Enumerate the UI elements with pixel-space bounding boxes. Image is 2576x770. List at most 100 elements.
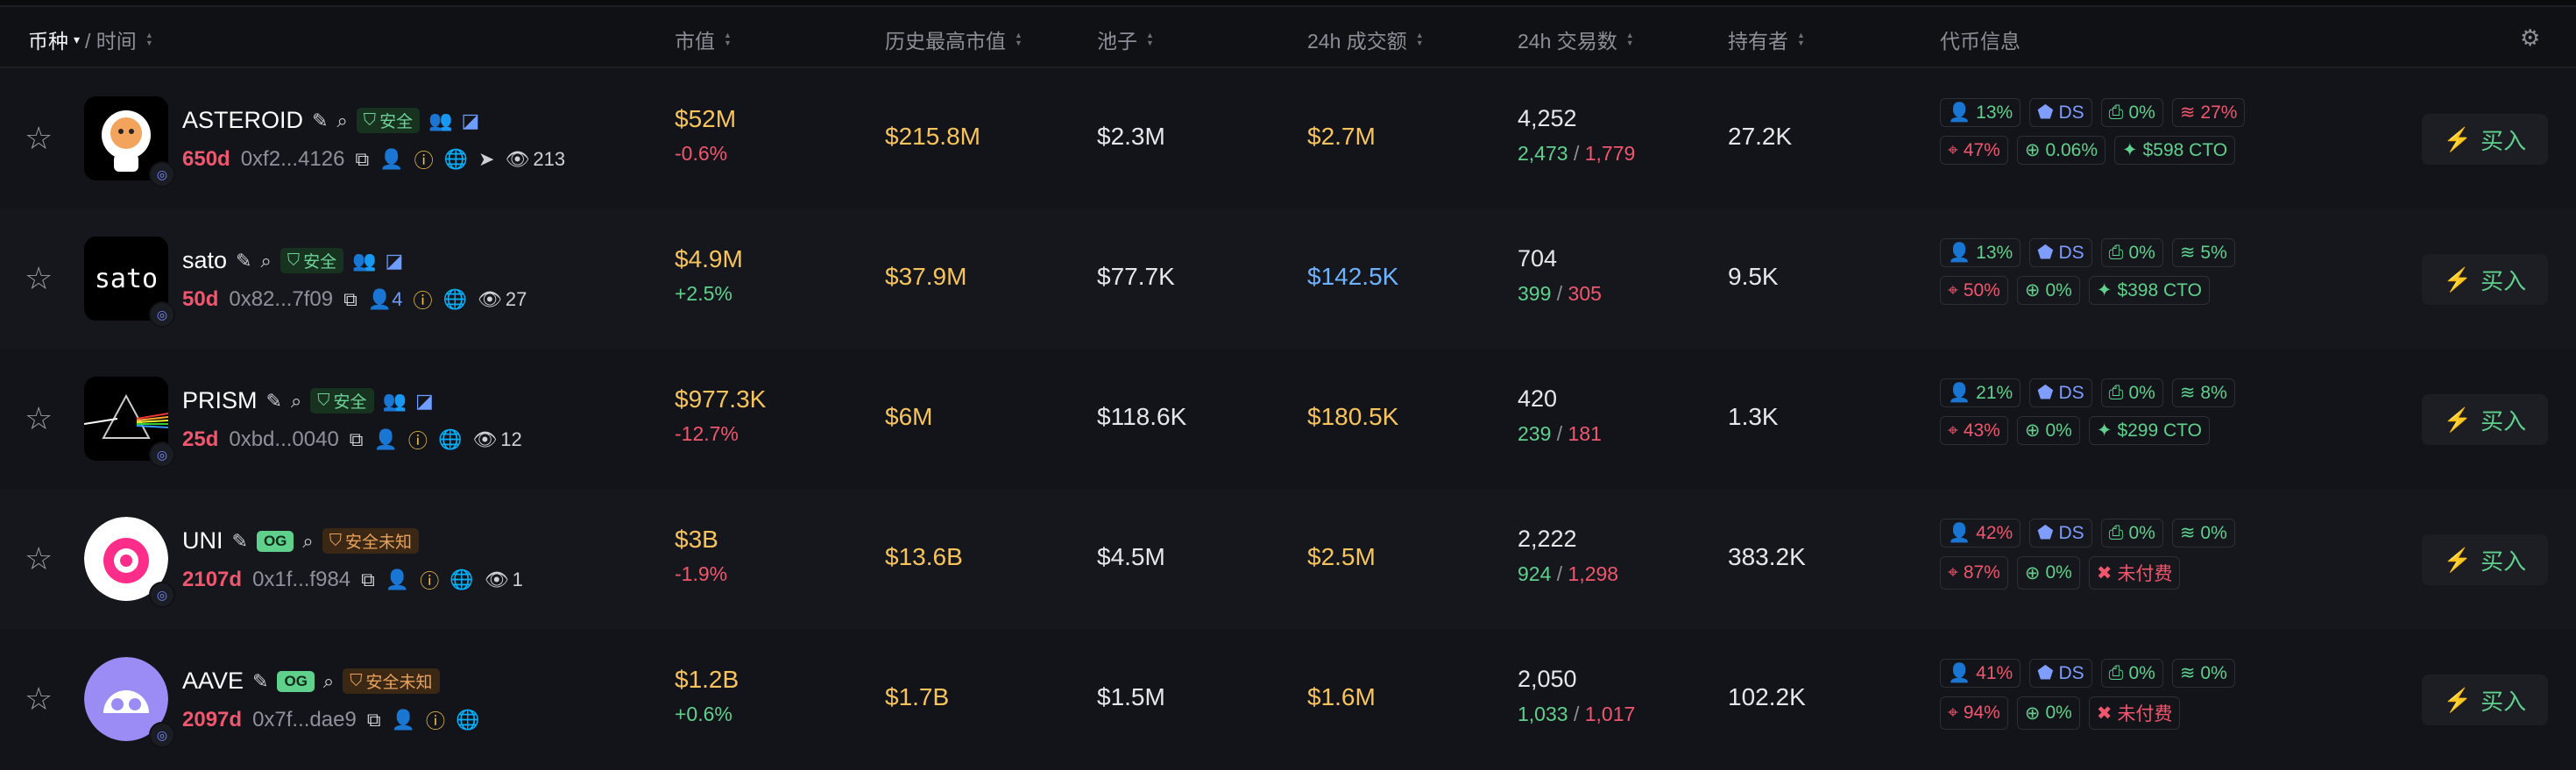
info-chip[interactable]: ⌖ 87% [1940,556,2008,590]
star-icon[interactable]: ☆ [25,401,60,436]
user-icon[interactable]: 👤 [392,709,415,731]
info-chip[interactable]: ⊕ 0% [2016,276,2080,305]
globe-icon[interactable]: 🌐 [456,709,479,731]
token-name[interactable]: AAVE [182,668,244,695]
info-chip[interactable]: ⌖ 43% [1940,416,2008,445]
edit-icon[interactable]: ✎ [232,530,248,553]
copy-icon[interactable]: ⧉ [355,148,369,171]
gear-icon[interactable]: ⚙ [2520,25,2540,52]
buy-button[interactable]: ⚡ 买入 [2422,394,2548,445]
globe-icon[interactable]: 🌐 [449,569,473,591]
info-chip[interactable]: ≋ 8% [2171,378,2235,407]
info-chip[interactable]: ⊕ 0% [2016,556,2080,590]
buy-button[interactable]: ⚡ 买入 [2422,534,2548,585]
info-chip[interactable]: ⌖ 47% [1940,136,2008,165]
globe-icon[interactable]: 🌐 [438,428,462,451]
star-icon[interactable]: ☆ [25,121,60,156]
star-icon[interactable]: ☆ [25,682,60,717]
globe-icon[interactable]: 🌐 [444,148,468,171]
info-chip[interactable]: 👤 13% [1940,238,2021,267]
info-chip[interactable]: ≋ 0% [2171,659,2235,688]
safety-badge[interactable]: ⛉ 安全未知 [322,528,419,554]
edit-icon[interactable]: ✎ [252,670,268,693]
header-coin[interactable]: 币种 ▾ / 时间 ▲ ▼ [28,25,153,54]
header-pool[interactable]: 池子 ▲ ▼ [1097,25,1154,54]
edit-icon[interactable]: ✎ [236,250,251,272]
header-holders[interactable]: 持有者 ▲ ▼ [1728,25,1805,54]
star-icon[interactable]: ☆ [25,541,60,576]
warning-icon[interactable]: ⓘ [420,566,439,594]
info-chip[interactable]: ⬟ DS [2029,238,2092,267]
info-chip[interactable]: ≋ 0% [2171,519,2235,547]
search-icon[interactable]: ⌕ [336,109,347,132]
token-name[interactable]: UNI [182,527,223,555]
warning-icon[interactable]: ⓘ [408,426,428,454]
warning-icon[interactable]: ⓘ [426,706,445,734]
search-icon[interactable]: ⌕ [302,530,313,553]
user-icon[interactable]: 👤 [386,569,409,591]
info-chip[interactable]: ⊕ 0% [2016,696,2080,730]
user-icon[interactable]: 👤4 [368,288,403,311]
copy-icon[interactable]: ⧉ [367,709,381,731]
info-chip[interactable]: ⌖ 94% [1940,696,2008,730]
safety-badge[interactable]: ⛉ 安全 [356,108,421,133]
user-icon[interactable]: 👤 [374,428,398,451]
info-chip[interactable]: ✦ $598 CTO [2114,136,2236,165]
safety-badge[interactable]: ⛉ 安全 [280,248,344,273]
search-icon[interactable]: ⌕ [323,670,334,693]
info-chip[interactable]: ⬟ DS [2029,659,2092,688]
copy-icon[interactable]: ⧉ [361,569,375,591]
info-chip[interactable]: ⎙ 0% [2100,519,2163,547]
info-chip[interactable]: ✦ $299 CTO [2088,416,2210,445]
edit-icon[interactable]: ✎ [312,109,328,132]
info-chip[interactable]: 👤 41% [1940,659,2021,688]
info-chip[interactable]: ⬟ DS [2029,378,2092,407]
safety-badge[interactable]: ⛉ 安全 [310,388,374,413]
search-icon[interactable]: ⌕ [260,250,271,272]
info-chip[interactable]: ⎙ 0% [2100,378,2163,407]
header-mcap[interactable]: 市值 ▲ ▼ [675,25,732,54]
info-chip[interactable]: ⎙ 0% [2100,659,2163,688]
buy-button[interactable]: ⚡ 买入 [2422,675,2548,725]
warning-icon[interactable]: ⓘ [414,145,434,173]
search-icon[interactable]: ⌕ [291,390,301,413]
buy-button[interactable]: ⚡ 买入 [2422,114,2548,165]
table-row[interactable]: ☆ ◎ AAVE ✎ OG ⌕ ⛉ 安全未知 2097d 0x7f...dae9 … [0,629,2576,770]
info-chip[interactable]: ✖ 未付费 [2088,696,2181,730]
copy-icon[interactable]: ⧉ [343,288,357,311]
info-chip[interactable]: ⎙ 0% [2100,98,2163,127]
header-time[interactable]: / 时间 [85,25,137,54]
info-chip[interactable]: ⬟ DS [2029,98,2092,127]
token-name[interactable]: sato [182,247,227,274]
info-chip[interactable]: ⊕ 0.06% [2016,136,2106,165]
copy-icon[interactable]: ⧉ [350,428,364,451]
telegram-icon[interactable]: ➤ [478,148,494,171]
table-row[interactable]: ☆ sato ◎ sato ✎ ⌕ ⛉ 安全 👥 ◪ 50d 0x82...7f0… [0,208,2576,350]
user-icon[interactable]: 👤 [379,148,403,171]
globe-icon[interactable]: 🌐 [443,288,467,311]
edit-icon[interactable]: ✎ [266,390,282,413]
info-chip[interactable]: ⎙ 0% [2100,238,2163,267]
table-row[interactable]: ☆ ◎ UNI ✎ OG ⌕ ⛉ 安全未知 2107d 0x1f...f984 ⧉… [0,489,2576,630]
token-name[interactable]: ASTEROID [182,107,303,134]
table-row[interactable]: ☆ ◎ ASTEROID ✎ ⌕ ⛉ 安全 👥 ◪ 650d 0xf2...412… [0,68,2576,209]
info-chip[interactable]: ⌖ 50% [1940,276,2008,305]
header-txcount[interactable]: 24h 交易数 ▲ ▼ [1518,25,1634,54]
info-chip[interactable]: ✦ $398 CTO [2088,276,2210,305]
header-volume[interactable]: 24h 成交额 ▲ ▼ [1307,25,1424,54]
info-chip[interactable]: 👤 42% [1940,519,2021,547]
info-chip[interactable]: ≋ 27% [2171,98,2246,127]
buy-button[interactable]: ⚡ 买入 [2422,254,2548,305]
info-chip[interactable]: 👤 13% [1940,98,2021,127]
token-name[interactable]: PRISM [182,387,258,414]
warning-icon[interactable]: ⓘ [414,286,433,314]
info-chip[interactable]: ⊕ 0% [2016,416,2080,445]
info-chip[interactable]: 👤 21% [1940,378,2021,407]
safety-badge[interactable]: ⛉ 安全未知 [343,668,440,694]
info-chip[interactable]: ✖ 未付费 [2088,556,2181,590]
table-row[interactable]: ☆ ◎ PRISM ✎ ⌕ ⛉ 安全 👥 ◪ 25d 0xbd...0040 ⧉ … [0,349,2576,490]
info-chip[interactable]: ⬟ DS [2029,519,2092,547]
star-icon[interactable]: ☆ [25,261,60,296]
header-ath[interactable]: 历史最高市值 ▲ ▼ [885,25,1023,54]
info-chip[interactable]: ≋ 5% [2171,238,2235,267]
